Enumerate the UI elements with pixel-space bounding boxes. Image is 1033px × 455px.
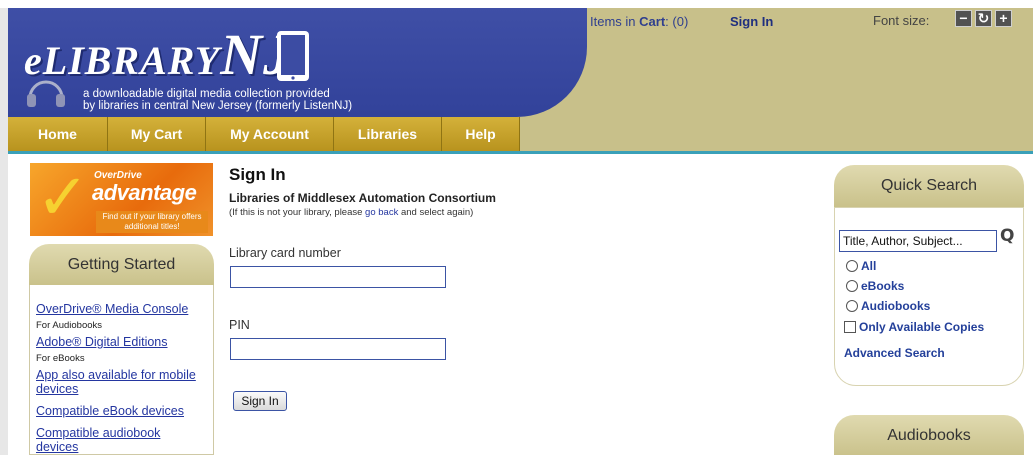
- option-ebooks-label: eBooks: [861, 279, 905, 293]
- sign-in-button[interactable]: Sign In: [233, 391, 287, 411]
- promo-title: advantage: [92, 180, 197, 205]
- headphones-icon: [27, 80, 65, 107]
- compatible-audiobook-devices-link[interactable]: Compatible audiobook devices: [36, 426, 186, 454]
- font-size-label: Font size:: [873, 13, 930, 28]
- adobe-note: For eBooks: [36, 353, 85, 364]
- search-option-ebooks[interactable]: eBooks: [846, 279, 904, 295]
- note-after: and select again): [398, 207, 474, 218]
- font-reset-button[interactable]: ↻: [975, 10, 992, 27]
- promo-tagline: Find out if your library offers addition…: [96, 211, 208, 233]
- available-copies-checkbox[interactable]: [844, 321, 856, 333]
- radio-audiobooks[interactable]: [846, 300, 858, 312]
- adobe-digital-editions-link[interactable]: Adobe® Digital Editions: [36, 335, 168, 349]
- pin-input[interactable]: [230, 338, 446, 360]
- getting-started-header: Getting Started: [29, 244, 214, 286]
- nav-filler: [520, 117, 1033, 151]
- quick-search-header: Quick Search: [834, 165, 1024, 207]
- site-banner: eLIBRARYNJ a downloadable digital media …: [8, 8, 587, 117]
- header-sign-in-link[interactable]: Sign In: [730, 14, 773, 29]
- mobile-app-link[interactable]: App also available for mobile devices: [36, 368, 208, 396]
- cart-word: Cart: [639, 14, 666, 29]
- overdrive-media-console-link[interactable]: OverDrive® Media Console: [36, 302, 188, 316]
- search-option-all[interactable]: All: [846, 259, 876, 275]
- checkmark-icon: ✓: [36, 163, 90, 233]
- library-note: (If this is not your library, please go …: [229, 207, 473, 218]
- available-copies-option[interactable]: Only Available Copies: [844, 320, 984, 336]
- site-tagline: a downloadable digital media collection …: [83, 88, 352, 112]
- note-before: (If this is not your library, please: [229, 207, 366, 218]
- nav-help[interactable]: Help: [442, 117, 520, 151]
- radio-ebooks[interactable]: [846, 280, 858, 292]
- nav-underline: [8, 151, 1033, 154]
- available-copies-label: Only Available Copies: [859, 320, 985, 334]
- page-top-strip: [0, 0, 1033, 8]
- nav-home[interactable]: Home: [8, 117, 108, 151]
- font-increase-button[interactable]: +: [995, 10, 1012, 27]
- nav-libraries[interactable]: Libraries: [334, 117, 442, 151]
- option-audiobooks-label: Audiobooks: [861, 299, 931, 313]
- compatible-ebook-devices-link[interactable]: Compatible eBook devices: [36, 404, 184, 418]
- tagline-line-2: by libraries in central New Jersey (form…: [83, 100, 353, 112]
- page-title: Sign In: [229, 165, 286, 184]
- tablet-icon: [277, 31, 309, 81]
- cart-link[interactable]: Items in Cart: (0): [590, 14, 688, 29]
- left-gutter: [0, 8, 8, 455]
- card-number-input[interactable]: [230, 266, 446, 288]
- option-all-label: All: [861, 259, 877, 273]
- overdrive-advantage-banner[interactable]: ✓ OverDrive advantage Find out if your l…: [30, 163, 213, 236]
- pin-label: PIN: [229, 318, 250, 332]
- cart-count: : (0): [665, 14, 689, 29]
- cart-label: Items in: [590, 14, 636, 29]
- library-name: Libraries of Middlesex Automation Consor…: [229, 191, 496, 205]
- card-number-label: Library card number: [229, 246, 341, 260]
- advanced-search-link[interactable]: Advanced Search: [844, 346, 945, 360]
- audiobooks-header: Audiobooks: [834, 415, 1024, 455]
- nav-my-account[interactable]: My Account: [206, 117, 334, 151]
- nav-my-cart[interactable]: My Cart: [108, 117, 206, 151]
- tagline-line-1: a downloadable digital media collection …: [83, 88, 330, 100]
- overdrive-note: For Audiobooks: [36, 320, 103, 331]
- search-icon[interactable]: 𝗤: [1000, 226, 1014, 246]
- go-back-link[interactable]: go back: [365, 207, 398, 218]
- font-decrease-button[interactable]: −: [955, 10, 972, 27]
- search-option-audiobooks[interactable]: Audiobooks: [846, 299, 930, 315]
- radio-all[interactable]: [846, 260, 858, 272]
- quick-search-input[interactable]: [839, 230, 997, 252]
